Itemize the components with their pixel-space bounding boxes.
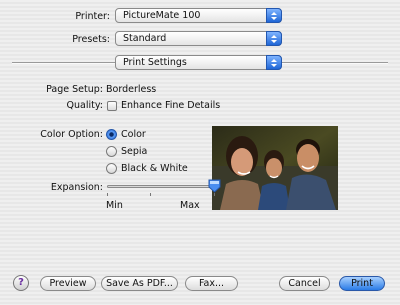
popup-arrows-icon [266,31,282,46]
help-button[interactable]: ? [13,275,29,291]
panel-separator-left [12,62,115,64]
popup-arrows-icon [266,55,282,70]
panel-popup[interactable]: Print Settings [115,55,282,70]
sepia-radio[interactable] [106,146,117,157]
black-white-radio-label[interactable]: Black & White [121,163,188,174]
expansion-slider-track[interactable] [107,185,215,188]
panel-separator-right [282,62,388,64]
page-setup-value: Borderless [106,84,157,95]
color-radio-label[interactable]: Color [121,129,146,140]
printer-label: Printer: [75,11,110,22]
photo-preview [212,126,338,210]
printer-popup[interactable]: PictureMate 100 [115,8,282,23]
black-white-radio[interactable] [106,163,117,174]
enhance-details-checkbox[interactable] [107,101,117,111]
expansion-min-label: Min [106,200,123,211]
expansion-tick [214,193,215,196]
color-option-label: Color Option: [40,129,103,140]
print-button[interactable]: Print [339,276,385,291]
quality-label: Quality: [66,100,103,111]
printer-value: PictureMate 100 [123,10,201,21]
presets-label: Presets: [72,34,110,45]
presets-value: Standard [123,33,167,44]
popup-arrows-icon [266,8,282,23]
save-as-pdf-button[interactable]: Save As PDF... [101,276,178,291]
cancel-button[interactable]: Cancel [279,276,330,291]
preview-button[interactable]: Preview [40,276,96,291]
enhance-details-label[interactable]: Enhance Fine Details [121,100,220,111]
expansion-max-label: Max [180,200,200,211]
expansion-tick [107,193,108,196]
expansion-tick [150,193,151,196]
expansion-label: Expansion: [50,182,103,193]
presets-popup[interactable]: Standard [115,31,282,46]
sepia-radio-label[interactable]: Sepia [121,146,147,157]
panel-value: Print Settings [123,57,187,68]
page-setup-label: Page Setup: [46,84,103,95]
expansion-slider-thumb[interactable] [208,179,221,193]
color-radio[interactable] [106,129,117,140]
fax-button[interactable]: Fax... [185,276,238,291]
